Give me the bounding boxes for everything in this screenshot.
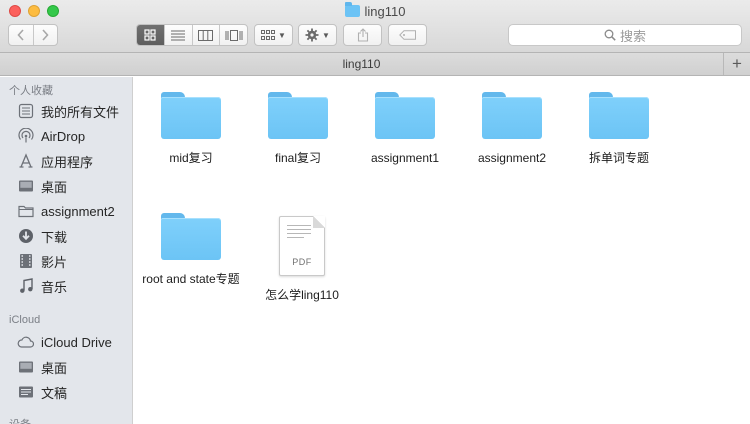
chevron-down-icon: ▼ [278,30,286,40]
file-item[interactable]: assignment1 [355,77,455,165]
chevron-down-icon: ▼ [322,30,330,40]
tab-label: ling110 [342,57,381,71]
folder-icon [17,203,34,220]
file-name: assignment1 [370,151,440,165]
column-view-button[interactable] [191,25,220,45]
file-item[interactable]: PDF 怎么学ling110 [252,206,352,302]
arrange-grid-icon [261,30,276,40]
folder-icon [375,92,435,139]
window-title-text: ling110 [364,3,406,19]
sidebar-item-label: iCloud Drive [41,334,112,350]
list-view-button[interactable] [163,25,192,45]
sidebar-item-icloud-drive[interactable]: iCloud Drive [17,332,112,352]
grid-icon [144,29,156,41]
sidebar-item-airdrop[interactable]: AirDrop [17,126,85,146]
search-icon [604,29,616,41]
all-files-icon [17,103,34,120]
sidebar-item-label: 桌面 [41,360,68,376]
columns-icon [198,29,214,41]
chevron-right-icon [42,29,49,41]
share-icon [357,28,368,42]
sidebar-item-documents[interactable]: 文稿 [17,382,67,402]
navigation-buttons [8,24,58,46]
sidebar-item-label: 下载 [41,229,68,245]
window-title: ling110 [0,2,750,19]
file-item[interactable]: root and state专题 [141,198,241,286]
folder-icon [161,213,221,260]
icon-view-button[interactable] [137,25,164,45]
file-name: final复习 [274,151,321,165]
folder-icon [344,2,360,17]
sidebar-item-desktop[interactable]: 桌面 [17,176,67,196]
desktop-icon [17,178,34,195]
new-tab-button[interactable]: + [723,53,750,75]
tab-bar: ling110 + [0,53,750,76]
view-mode-buttons [136,24,248,46]
folder-icon [161,92,221,139]
downloads-icon [17,228,34,245]
sidebar-item-label: 我的所有文件 [41,104,120,120]
sidebar-section-icloud: iCloud [9,314,41,326]
desktop-icon [17,359,34,376]
sidebar-section-devices: 设备 [9,416,31,424]
search-placeholder: 搜索 [619,28,646,44]
applications-icon [17,153,34,170]
file-browser: mid复习 final复习 assignment1 assignment2 拆单… [134,77,750,424]
sidebar-item-label: 音乐 [41,279,68,295]
file-item[interactable]: 拆单词专题 [569,77,669,165]
sidebar-item-icloud-desktop[interactable]: 桌面 [17,357,67,377]
file-item[interactable]: assignment2 [462,77,562,165]
cloud-icon [17,334,34,351]
action-button[interactable]: ▼ [298,24,337,46]
window-toolbar: ling110 ▼ ▼ 搜索 [0,0,750,53]
music-icon [17,278,34,295]
airdrop-icon [17,128,34,145]
file-name: assignment2 [477,151,547,165]
arrange-button[interactable]: ▼ [254,24,293,46]
file-name: root and state专题 [142,272,240,286]
file-item[interactable]: mid复习 [141,77,241,165]
documents-icon [17,384,34,401]
gear-icon [305,28,319,42]
sidebar-item-applications[interactable]: 应用程序 [17,151,93,171]
folder-icon [589,92,649,139]
movies-icon [17,253,34,270]
forward-button[interactable] [32,25,58,45]
folder-icon [482,92,542,139]
sidebar: 个人收藏 我的所有文件 AirDrop 应用程序 桌面 assignment2 [0,77,133,424]
folder-icon [268,92,328,139]
file-name: 拆单词专题 [588,151,649,165]
sidebar-item-assignment2[interactable]: assignment2 [17,201,115,221]
sidebar-item-label: 文稿 [41,385,68,401]
share-button[interactable] [343,24,382,46]
sidebar-item-label: 桌面 [41,179,68,195]
chevron-left-icon [17,29,24,41]
back-button[interactable] [9,25,33,45]
sidebar-section-favorites: 个人收藏 [9,85,53,97]
file-item[interactable]: final复习 [248,77,348,165]
list-icon [171,29,186,41]
sidebar-item-music[interactable]: 音乐 [17,276,67,296]
file-name: mid复习 [169,151,213,165]
gallery-view-button[interactable] [219,25,247,45]
tags-button[interactable] [388,24,427,46]
sidebar-item-movies[interactable]: 影片 [17,251,67,271]
tag-icon [398,30,416,40]
tab-ling110[interactable]: ling110 [0,53,723,75]
plus-icon: + [732,54,742,73]
sidebar-item-label: 应用程序 [41,154,94,170]
pdf-document-icon: PDF [279,216,325,276]
sidebar-item-all-files[interactable]: 我的所有文件 [17,101,119,121]
pdf-badge: PDF [292,257,312,267]
cover-flow-icon [225,29,243,41]
search-input[interactable]: 搜索 [508,24,742,46]
file-name: 怎么学ling110 [265,288,339,302]
sidebar-item-downloads[interactable]: 下载 [17,226,67,246]
sidebar-item-label: AirDrop [41,128,86,144]
sidebar-item-label: assignment2 [41,203,115,219]
sidebar-item-label: 影片 [41,254,68,270]
